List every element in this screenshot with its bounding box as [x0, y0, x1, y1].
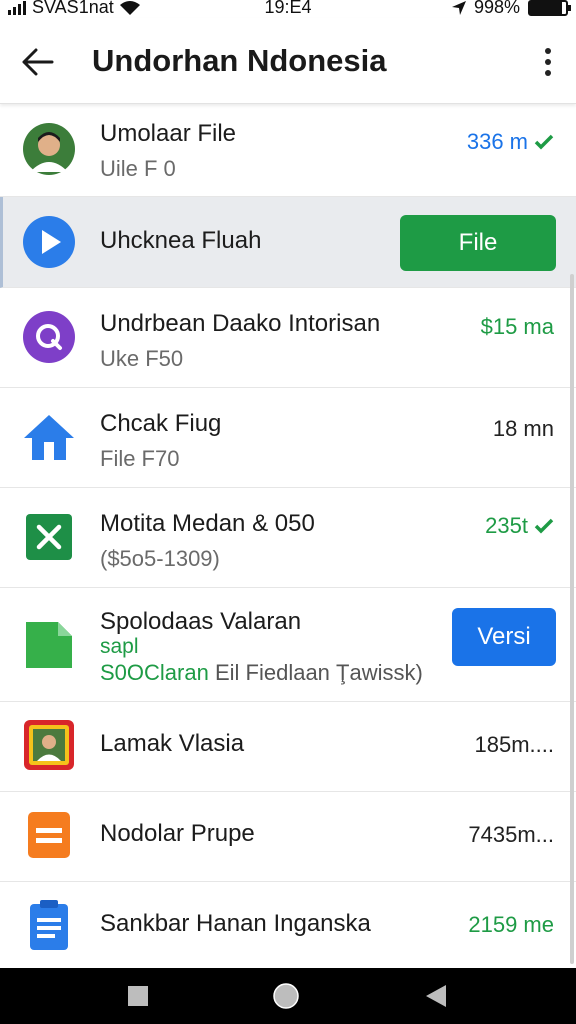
- item-meta: $15 ma: [481, 314, 554, 340]
- item-title: Umolaar File: [100, 120, 237, 147]
- item-size: 336 m: [466, 129, 528, 154]
- page-title: Undorhan Ndonesia: [92, 43, 387, 78]
- framed-photo-icon: [22, 718, 76, 772]
- versi-button[interactable]: Versi: [452, 608, 556, 666]
- item-size: 2159 me: [468, 912, 554, 937]
- item-meta: 235t: [485, 513, 554, 539]
- back-button[interactable]: [18, 42, 58, 82]
- spreadsheet-icon: [22, 510, 76, 564]
- item-meta: 18 mn: [493, 416, 554, 442]
- check-icon: [534, 518, 554, 534]
- status-bar: SVAS1nat 19:E4 998%: [0, 0, 576, 18]
- item-title: Chcak Fiug: [100, 410, 222, 437]
- list-item[interactable]: Chcak Fiug File F70 18 mn: [0, 388, 576, 488]
- item-title: Motita Medan & 050: [100, 510, 315, 537]
- battery-icon: [528, 0, 571, 16]
- item-size: 235t: [485, 513, 528, 538]
- item-meta: 7435m...: [468, 822, 554, 848]
- item-meta: 185m....: [475, 732, 554, 758]
- file-button[interactable]: File: [400, 215, 556, 271]
- item-meta: 2159 me: [468, 912, 554, 938]
- battery-percent: 998%: [473, 0, 520, 17]
- square-icon: [128, 986, 148, 1006]
- system-nav-bar: [0, 968, 576, 1024]
- item-subtitle: File F70: [100, 446, 180, 471]
- list-item[interactable]: Motita Medan & 050 ($5o5-1309) 235t: [0, 488, 576, 588]
- item-subtitle: ($5o5-1309): [100, 546, 220, 571]
- arrow-left-icon: [22, 48, 54, 76]
- item-meta: 336 m: [467, 129, 554, 155]
- item-subtitle: Uile F 0: [100, 156, 176, 181]
- more-vert-icon: [545, 48, 551, 54]
- app-bar: Undorhan Ndonesia: [0, 18, 576, 104]
- location-icon: [451, 0, 466, 15]
- item-detail-gray: Eil Fiedlaan Ţawissk): [208, 660, 423, 685]
- item-title: Sankbar Hanan Inganska: [100, 910, 371, 937]
- overflow-menu-button[interactable]: [538, 42, 558, 82]
- document-green-icon: [22, 618, 76, 672]
- item-detail-green: S0OClaran: [100, 660, 209, 685]
- circle-icon: [273, 983, 299, 1009]
- home-icon: [22, 410, 76, 464]
- list-item[interactable]: Sankbar Hanan Inganska 2159 me: [0, 882, 576, 968]
- item-title: Uhcknea Fluah: [100, 227, 262, 254]
- status-right: 998%: [451, 0, 571, 18]
- slides-icon: [22, 808, 76, 862]
- item-title: Nodolar Prupe: [100, 820, 255, 847]
- recents-button[interactable]: [124, 982, 152, 1010]
- item-size: 7435m...: [468, 822, 554, 847]
- list-item[interactable]: Spolodaas Valaran sapl S0OClaran Eil Fie…: [0, 588, 576, 702]
- item-detail: S0OClaran Eil Fiedlaan Ţawissk): [100, 660, 423, 686]
- list-item[interactable]: Undrbean Daako Intorisan Uke F50 $15 ma: [0, 288, 576, 388]
- item-size: $15 ma: [480, 314, 554, 339]
- file-list: Umolaar File Uile F 0 336 m Uhcknea Flua…: [0, 104, 576, 968]
- list-item[interactable]: Umolaar File Uile F 0 336 m: [0, 104, 576, 197]
- docs-icon: [22, 898, 76, 952]
- list-item[interactable]: Lamak Vlasia 185m....: [0, 702, 576, 792]
- check-icon: [534, 134, 554, 150]
- item-title: Undrbean Daako Intorisan: [100, 310, 381, 337]
- back-nav-button[interactable]: [422, 982, 450, 1010]
- item-size: 18 mn: [492, 416, 554, 441]
- list-item-selected[interactable]: Uhcknea Fluah File: [0, 197, 576, 288]
- home-button[interactable]: [272, 982, 300, 1010]
- item-title: Lamak Vlasia: [100, 730, 245, 757]
- triangle-back-icon: [426, 985, 446, 1007]
- item-title: Spolodaas Valaran: [100, 608, 302, 635]
- item-size: 185m....: [474, 732, 554, 757]
- item-subtitle: sapl: [100, 635, 139, 658]
- search-q-icon: [22, 310, 76, 364]
- scrollbar[interactable]: [570, 274, 574, 964]
- play-icon: [22, 215, 76, 269]
- item-subtitle: Uke F50: [100, 346, 184, 371]
- avatar: [22, 122, 76, 176]
- list-item[interactable]: Nodolar Prupe 7435m...: [0, 792, 576, 882]
